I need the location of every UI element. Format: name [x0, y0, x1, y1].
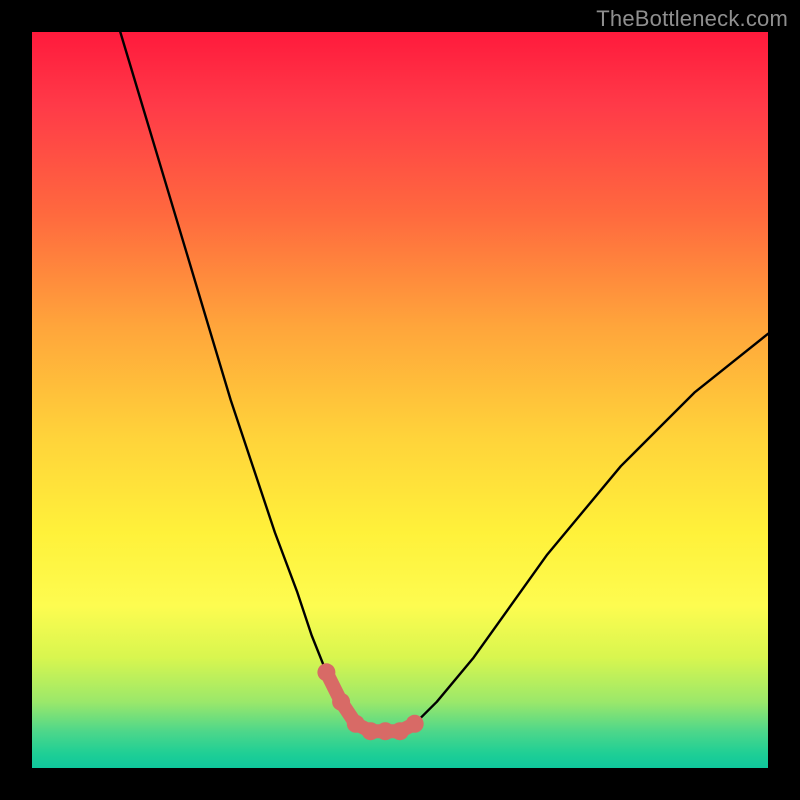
floor-dot	[406, 715, 424, 733]
floor-dot	[317, 663, 335, 681]
plot-area	[32, 32, 768, 768]
watermark-text: TheBottleneck.com	[596, 6, 788, 32]
floor-dot	[332, 693, 350, 711]
chart-frame: TheBottleneck.com	[0, 0, 800, 800]
bottleneck-curve	[120, 32, 768, 731]
chart-svg	[32, 32, 768, 768]
bottleneck-floor-dots	[317, 663, 423, 740]
